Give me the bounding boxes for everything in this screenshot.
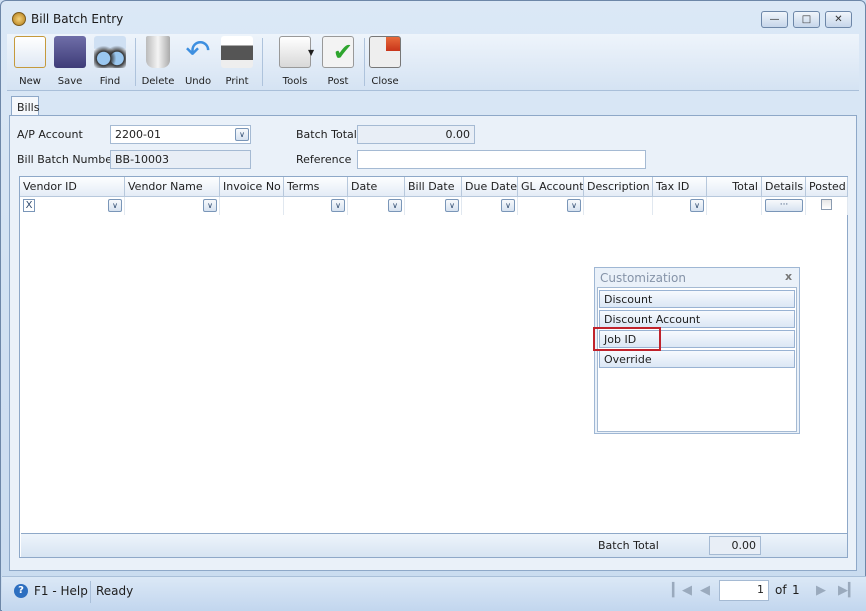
chevron-down-icon[interactable]: ∨: [203, 199, 217, 212]
minimize-button[interactable]: —: [761, 11, 788, 28]
tools-dropdown-arrow-icon[interactable]: ▼: [308, 48, 314, 57]
floppy-disk-icon: [54, 36, 86, 68]
chevron-down-icon[interactable]: ∨: [235, 128, 249, 141]
column-header-invoice-no[interactable]: Invoice No: [220, 177, 284, 197]
binoculars-icon: [94, 36, 126, 68]
new-document-icon: [14, 36, 46, 68]
ap-account-combobox[interactable]: 2200-01: [110, 125, 251, 144]
first-page-button[interactable]: ▎◀: [672, 583, 692, 598]
column-header-posted[interactable]: Posted: [806, 177, 848, 197]
find-button[interactable]: Find: [90, 36, 130, 90]
bill-batch-number-label: Bill Batch Number: [17, 153, 117, 166]
post-button[interactable]: ✔ Post: [318, 36, 358, 90]
app-icon: [12, 12, 26, 26]
bill-batch-entry-window: Bill Batch Entry — □ ✕ New Save Find Del…: [0, 0, 866, 611]
details-button[interactable]: ···: [765, 199, 803, 212]
close-window-icon: [369, 36, 401, 68]
close-form-button[interactable]: Close: [365, 36, 405, 90]
column-header-tax-id[interactable]: Tax ID: [653, 177, 707, 197]
batch-total-label: Batch Total: [296, 128, 357, 141]
title-bar: Bill Batch Entry — □ ✕: [1, 1, 865, 35]
last-page-button[interactable]: ▶▎: [838, 583, 858, 598]
footer-batch-total-value: 0.00: [709, 536, 761, 555]
tools-icon: [279, 36, 311, 68]
delete-button[interactable]: Delete: [138, 36, 178, 90]
cell-invoice-no[interactable]: [220, 197, 284, 215]
help-icon: ?: [14, 584, 28, 598]
help-label[interactable]: F1 - Help: [34, 584, 88, 598]
customization-item-discount[interactable]: Discount: [599, 290, 795, 308]
save-button[interactable]: Save: [50, 36, 90, 90]
new-button[interactable]: New: [10, 36, 50, 90]
toolbar: New Save Find Delete ↶ Undo Print Tools ▼…: [7, 34, 859, 91]
column-header-vendor-id[interactable]: Vendor ID: [20, 177, 125, 197]
of-label: of: [775, 583, 787, 597]
chevron-down-icon[interactable]: ∨: [388, 199, 402, 212]
toolbar-separator: [262, 38, 263, 86]
ap-account-value: 2200-01: [115, 128, 161, 141]
posted-checkbox[interactable]: [821, 199, 832, 210]
maximize-button[interactable]: □: [793, 11, 820, 28]
column-header-vendor-name[interactable]: Vendor Name: [125, 177, 220, 197]
column-header-description[interactable]: Description: [584, 177, 653, 197]
print-button[interactable]: Print: [217, 36, 257, 90]
customization-close-icon[interactable]: x: [785, 270, 792, 283]
customization-title: Customization: [600, 271, 686, 285]
chevron-down-icon[interactable]: ∨: [445, 199, 459, 212]
chevron-down-icon[interactable]: ∨: [690, 199, 704, 212]
highlight-box: [593, 327, 661, 351]
column-header-bill-date[interactable]: Bill Date: [405, 177, 462, 197]
chevron-down-icon[interactable]: ∨: [501, 199, 515, 212]
next-page-button[interactable]: ▶: [816, 583, 826, 598]
status-bar: ? F1 - Help Ready ▎◀ ◀ 1 of 1 ▶ ▶▎: [2, 576, 866, 611]
status-text: Ready: [96, 584, 134, 598]
grid-footer: Batch Total 0.00: [21, 533, 847, 557]
customization-item-discount-account[interactable]: Discount Account: [599, 310, 795, 328]
undo-button[interactable]: ↶ Undo: [178, 36, 218, 90]
tab-strip: Bills: [11, 96, 39, 116]
tools-button[interactable]: Tools: [270, 36, 320, 90]
column-header-terms[interactable]: Terms: [284, 177, 348, 197]
window-title: Bill Batch Entry: [31, 12, 124, 26]
undo-arrow-icon: ↶: [185, 34, 211, 69]
previous-page-button[interactable]: ◀: [700, 583, 710, 598]
column-header-total[interactable]: Total: [707, 177, 762, 197]
column-header-details[interactable]: Details: [762, 177, 806, 197]
bill-batch-number-field[interactable]: BB-10003: [110, 150, 251, 169]
column-header-date[interactable]: Date: [348, 177, 405, 197]
customization-panel: Customization x Discount Discount Accoun…: [593, 267, 800, 434]
chevron-down-icon[interactable]: ∨: [331, 199, 345, 212]
chevron-down-icon[interactable]: ∨: [567, 199, 581, 212]
footer-batch-total-label: Batch Total: [598, 539, 659, 552]
ap-account-label: A/P Account: [17, 128, 83, 141]
reference-input[interactable]: [357, 150, 646, 169]
post-checkmark-icon: ✔: [322, 36, 354, 68]
reference-label: Reference: [296, 153, 352, 166]
customization-item-override[interactable]: Override: [599, 350, 795, 368]
toolbar-separator: [135, 38, 136, 86]
total-pages: 1: [792, 583, 800, 597]
trash-can-icon: [146, 36, 170, 68]
batch-total-field: 0.00: [357, 125, 475, 144]
chevron-down-icon[interactable]: ∨: [108, 199, 122, 212]
column-header-gl-account[interactable]: GL Account: [518, 177, 584, 197]
column-header-due-date[interactable]: Due Date: [462, 177, 518, 197]
status-separator: [90, 581, 91, 603]
close-button[interactable]: ✕: [825, 11, 852, 28]
tab-bills[interactable]: Bills: [11, 96, 39, 116]
printer-icon: [221, 36, 253, 68]
page-number-input[interactable]: 1: [719, 580, 769, 601]
cell-description[interactable]: [584, 197, 653, 215]
vendor-id-value[interactable]: X: [23, 199, 35, 212]
cell-total[interactable]: [707, 197, 762, 215]
